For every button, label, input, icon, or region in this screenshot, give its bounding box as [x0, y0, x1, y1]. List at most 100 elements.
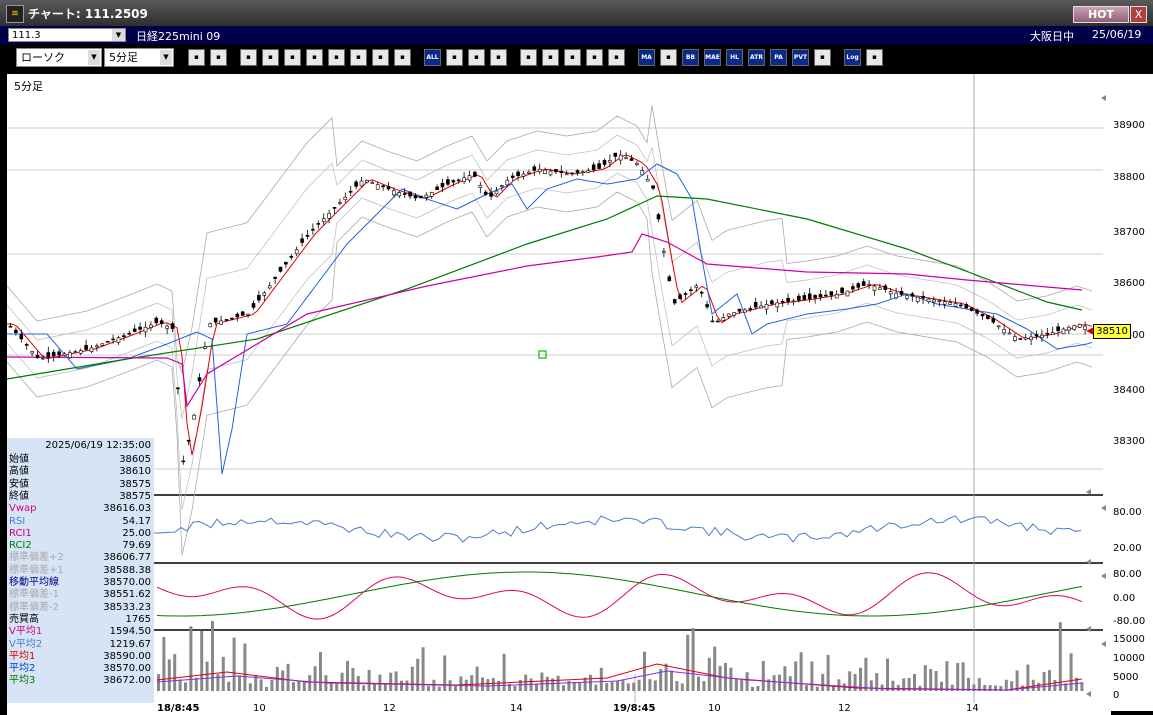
list-icon[interactable]: ▪	[328, 49, 345, 66]
candle-body	[181, 460, 186, 463]
exit-icon[interactable]: ▪	[866, 49, 883, 66]
info-row: 標準偏差-2 38533.23	[7, 602, 154, 614]
candle-body	[867, 283, 871, 286]
candle-body	[316, 223, 321, 225]
rsi-line	[7, 515, 1082, 543]
candle-body	[608, 160, 612, 163]
candle-right-icon[interactable]: ▪	[394, 49, 411, 66]
wrench-icon[interactable]: ▪	[468, 49, 485, 66]
candle-body	[424, 194, 429, 198]
volume-bar	[227, 681, 231, 691]
pa-button[interactable]: PA	[770, 49, 787, 66]
trash-icon[interactable]: ▪	[350, 49, 367, 66]
info-row: RCI2 79.69	[7, 540, 154, 552]
log-button[interactable]: Log	[844, 49, 861, 66]
candle-body	[948, 302, 952, 305]
square-icon[interactable]: ▪	[814, 49, 831, 66]
candle-body	[527, 171, 531, 174]
candle-left-icon[interactable]: ▪	[372, 49, 389, 66]
volume-bar	[346, 660, 349, 691]
volume-bar	[734, 679, 738, 691]
pvt-button[interactable]: PVT	[792, 49, 809, 66]
candle-body	[1007, 332, 1012, 335]
bb-button[interactable]: BB	[682, 49, 699, 66]
candle-body	[19, 334, 24, 340]
info-label: V平均2	[9, 638, 43, 650]
candle-body	[554, 169, 558, 173]
volume-bar	[713, 646, 717, 691]
candle-body	[753, 302, 758, 308]
time-tick: 19/8:45	[613, 703, 656, 714]
info-value: 38575	[119, 478, 151, 490]
volume-bar	[189, 626, 193, 691]
arrow-icon[interactable]: ▪	[306, 49, 323, 66]
rci2-line	[156, 571, 1083, 617]
info-row: 標準偏差-1 38551.62	[7, 589, 154, 601]
chart-type-select[interactable]: ローソク ▼	[16, 48, 102, 67]
info-value: 79.69	[122, 540, 151, 552]
zoom-icon[interactable]: ▪	[188, 49, 205, 66]
volume-bar	[173, 654, 177, 691]
candle-body	[359, 180, 364, 187]
ma1-line	[7, 154, 1093, 456]
candle-body	[397, 192, 402, 197]
pen-icon[interactable]: ▪	[240, 49, 257, 66]
crosshair-icon[interactable]: ▪	[586, 49, 603, 66]
candle-body	[95, 345, 99, 348]
candle-body	[559, 170, 564, 174]
search-chart-icon[interactable]: ▪	[542, 49, 559, 66]
info-row: 平均3 38672.00	[7, 675, 154, 687]
volume-bar	[880, 684, 884, 691]
volume-bar	[740, 679, 744, 691]
order-icon[interactable]: ▪	[520, 49, 537, 66]
info-value: 38672.00	[103, 675, 151, 687]
mr-icon[interactable]: ▪	[660, 49, 677, 66]
settings-icon[interactable]: ▪	[446, 49, 463, 66]
info-row: 終値 38575	[7, 491, 154, 503]
volume-bar	[783, 666, 787, 691]
candle-body	[969, 307, 974, 311]
volume-bar	[578, 682, 582, 691]
candle-body	[149, 324, 153, 328]
candle-body	[197, 377, 202, 382]
close-icon[interactable]: X	[1130, 6, 1147, 23]
bollinger-lower1	[7, 172, 1093, 510]
hl-button[interactable]: HL	[726, 49, 743, 66]
candle-body	[500, 185, 504, 187]
symbol-select[interactable]: 111.3 ▼	[8, 28, 126, 42]
ma-button[interactable]: MA	[638, 49, 655, 66]
candle-body	[656, 214, 661, 220]
cursor-icon[interactable]: ▪	[284, 49, 301, 66]
chart-area[interactable]: 5分足 2025/06/19 12:35:00 始値 38605 高値 38610 安値…	[7, 74, 1111, 711]
palette-icon[interactable]: ▪	[490, 49, 507, 66]
candle-body	[645, 179, 650, 182]
window-icon[interactable]: ▪	[210, 49, 227, 66]
candle-body	[845, 290, 850, 297]
candle-body	[419, 195, 423, 199]
volume-bar	[929, 669, 933, 691]
all-button[interactable]: ALL	[424, 49, 441, 66]
info-row: 標準偏差+2 38606.77	[7, 552, 154, 564]
volume-bar	[1031, 679, 1035, 691]
candle-body	[564, 173, 569, 176]
info-value: 38570.00	[103, 663, 151, 675]
candle-body	[683, 293, 688, 295]
candle-body	[41, 357, 45, 360]
time-tick: 12	[383, 703, 396, 714]
interval-select[interactable]: 5分足 ▼	[104, 48, 174, 67]
candle-body	[284, 261, 288, 265]
hot-button[interactable]: HOT	[1073, 6, 1129, 23]
atr-button[interactable]: ATR	[748, 49, 765, 66]
chart-canvas[interactable]	[7, 74, 1103, 711]
volume-bar	[648, 679, 652, 691]
line-icon[interactable]: ▪	[262, 49, 279, 66]
candle-body	[311, 228, 315, 231]
volume-bar	[853, 674, 857, 691]
volume-bar	[653, 680, 657, 691]
compare-icon[interactable]: ▪	[564, 49, 581, 66]
volume-bar	[178, 679, 182, 691]
volume-bar	[643, 651, 646, 691]
volume-bar	[540, 672, 544, 691]
mae-button[interactable]: MAE	[704, 49, 721, 66]
pad-icon[interactable]: ▪	[608, 49, 625, 66]
